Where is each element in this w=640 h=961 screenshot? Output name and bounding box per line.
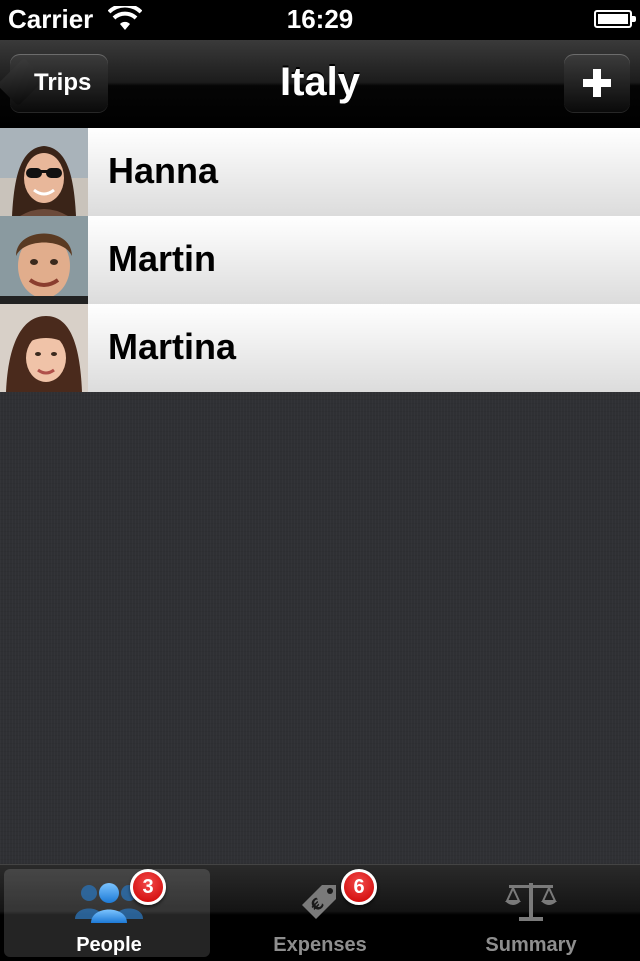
person-name: Martina xyxy=(108,326,237,367)
scales-icon xyxy=(503,879,559,928)
people-count-badge: 3 xyxy=(130,869,166,905)
plus-icon xyxy=(583,69,611,97)
list-item[interactable]: Martin xyxy=(0,216,640,304)
avatar xyxy=(0,304,88,392)
euro-tag-icon: € xyxy=(296,879,344,928)
battery-icon xyxy=(594,10,636,28)
tab-label: People xyxy=(76,934,142,956)
list-item[interactable]: Martina xyxy=(0,304,640,392)
navigation-bar: Trips Italy xyxy=(0,40,640,129)
tab-label: Expenses xyxy=(273,934,367,956)
add-person-button[interactable] xyxy=(564,54,630,112)
people-list: Hanna Martin Martina xyxy=(0,128,640,392)
tab-summary[interactable]: Summary xyxy=(426,865,636,961)
expenses-count-badge: 6 xyxy=(341,869,377,905)
person-name: Martin xyxy=(108,238,216,279)
tab-expenses[interactable]: € 6 Expenses xyxy=(215,865,425,961)
person-name: Hanna xyxy=(108,150,219,191)
avatar xyxy=(0,128,88,216)
avatar xyxy=(0,216,88,304)
tab-bar: 3 People € 6 Expenses Summary xyxy=(0,864,640,961)
status-time: 16:29 xyxy=(286,4,354,34)
tab-people[interactable]: 3 People xyxy=(4,865,214,961)
page-title: Italy xyxy=(279,60,361,104)
tab-label: Summary xyxy=(485,934,577,956)
list-item[interactable]: Hanna xyxy=(0,128,640,216)
status-bar: Carrier 16:29 xyxy=(0,0,640,40)
empty-background xyxy=(0,392,640,864)
